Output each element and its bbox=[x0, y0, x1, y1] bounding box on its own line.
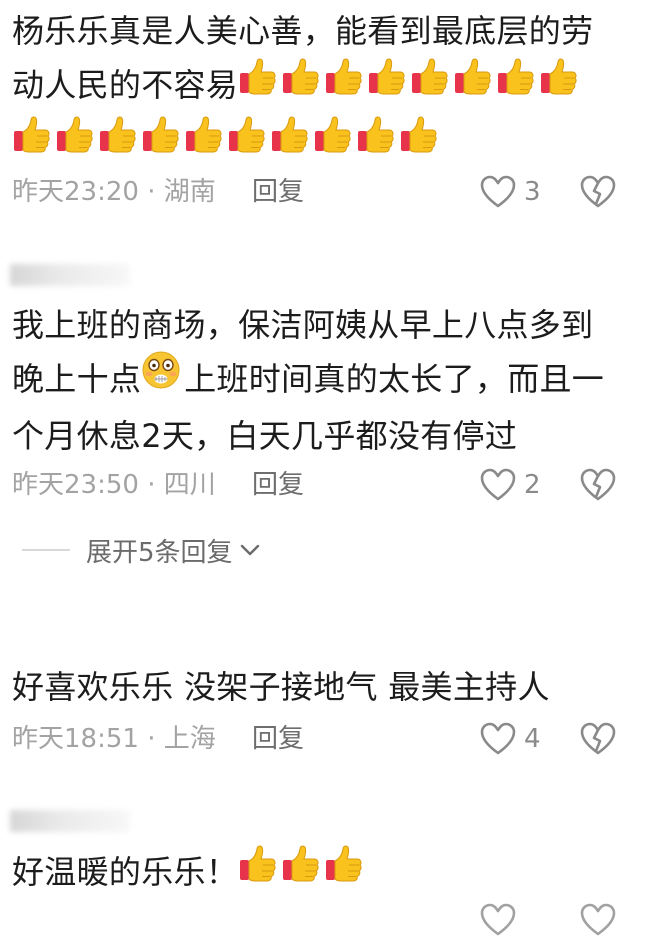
thumbs-up-emoji bbox=[281, 842, 321, 900]
thumbs-up-emoji bbox=[324, 842, 364, 900]
shocked-face-emoji bbox=[141, 350, 181, 406]
comment-3-time: 昨天18:51 · 上海 bbox=[12, 724, 216, 754]
comment-1-like-count: 3 bbox=[524, 177, 541, 207]
comment-3-text: 好喜欢乐乐 没架子接地气 最美主持人 bbox=[12, 668, 550, 706]
username-blurred bbox=[10, 810, 130, 832]
comment-2-line-2a: 晚上十点 bbox=[12, 360, 142, 398]
comment-4-thumbs-row bbox=[238, 845, 367, 891]
comment-2-time: 昨天23:50 · 四川 bbox=[12, 470, 216, 500]
thumbs-up-emoji bbox=[539, 55, 579, 113]
comment-2-reply-button[interactable]: 回复 bbox=[252, 465, 304, 505]
comment-4-meta-partial bbox=[12, 900, 642, 940]
comment-2-like-count: 2 bbox=[524, 470, 541, 500]
username-blurred bbox=[10, 264, 130, 286]
comment-4-text: 好温暖的乐乐！ bbox=[12, 845, 642, 903]
comment-4-like-button[interactable] bbox=[480, 900, 516, 940]
comment-4-dislike-button[interactable] bbox=[580, 900, 616, 940]
thumbs-up-emoji bbox=[55, 113, 95, 171]
comment-1-meta: 昨天23:20 · 湖南 回复 3 bbox=[12, 172, 642, 212]
comment-2-line-3: 个月休息2天，白天几乎都没有停过 bbox=[12, 417, 518, 455]
broken-heart-icon bbox=[580, 722, 616, 755]
broken-heart-icon bbox=[580, 468, 616, 501]
expand-replies-button[interactable]: 展开5条回复 bbox=[22, 530, 261, 570]
comment-1-reply-button[interactable]: 回复 bbox=[252, 172, 304, 212]
comment-2-line-2: 晚上十点 上班时间真的太长了，而且一 bbox=[12, 350, 642, 409]
thumbs-up-emoji bbox=[324, 55, 364, 113]
thumbs-up-emoji bbox=[141, 113, 181, 171]
comment-1-dislike-button[interactable] bbox=[580, 172, 616, 212]
expand-divider bbox=[22, 549, 70, 551]
comment-1-thumbs-row-a bbox=[238, 58, 582, 104]
heart-outline-icon bbox=[480, 903, 516, 936]
comment-1-line-2-text: 动人民的不容易 bbox=[12, 66, 239, 104]
comment-1-thumbs-row-b bbox=[12, 116, 642, 174]
comment-2-dislike-button[interactable] bbox=[580, 465, 616, 505]
comment-3-dislike-button[interactable] bbox=[580, 719, 616, 759]
thumbs-up-emoji bbox=[238, 55, 278, 113]
thumbs-up-emoji bbox=[12, 113, 52, 171]
heart-outline-icon bbox=[480, 468, 516, 501]
comment-2-text: 我上班的商场，保洁阿姨从早上八点多到 晚上十点 上班时间真的太长了，而且一 个月休… bbox=[12, 298, 642, 463]
thumbs-up-emoji bbox=[238, 842, 278, 900]
chevron-down-icon bbox=[240, 544, 259, 556]
comment-1-line-2: 动人民的不容易 bbox=[12, 58, 642, 116]
thumbs-up-emoji bbox=[98, 113, 138, 171]
comment-4-line: 好温暖的乐乐！ bbox=[12, 853, 239, 891]
comment-1-line-1: 杨乐乐真是人美心善，能看到最底层的劳 bbox=[12, 12, 594, 50]
comment-2-line-2b: 上班时间真的太长了，而且一 bbox=[184, 360, 605, 398]
thumbs-up-emoji bbox=[496, 55, 536, 113]
comment-1-like-button[interactable]: 3 bbox=[480, 172, 541, 212]
comment-3-like-count: 4 bbox=[524, 724, 541, 754]
comment-2-meta: 昨天23:50 · 四川 回复 2 bbox=[12, 465, 642, 505]
thumbs-up-emoji bbox=[184, 113, 224, 171]
comment-3-reply-button[interactable]: 回复 bbox=[252, 719, 304, 759]
broken-heart-icon bbox=[580, 175, 616, 208]
thumbs-up-emoji bbox=[367, 55, 407, 113]
heart-outline-icon bbox=[480, 722, 516, 755]
thumbs-up-emoji bbox=[227, 113, 267, 171]
comment-2-line-1: 我上班的商场，保洁阿姨从早上八点多到 bbox=[12, 306, 594, 344]
thumbs-up-emoji bbox=[270, 113, 310, 171]
broken-heart-icon bbox=[580, 903, 616, 936]
thumbs-up-emoji bbox=[399, 113, 439, 171]
comment-2-like-button[interactable]: 2 bbox=[480, 465, 541, 505]
thumbs-up-emoji bbox=[410, 55, 450, 113]
comment-1-text: 杨乐乐真是人美心善，能看到最底层的劳 动人民的不容易 bbox=[12, 4, 642, 174]
thumbs-up-emoji bbox=[453, 55, 493, 113]
expand-replies-label: 展开5条回复 bbox=[86, 537, 233, 568]
thumbs-up-emoji bbox=[313, 113, 353, 171]
comment-3-meta: 昨天18:51 · 上海 回复 4 bbox=[12, 719, 642, 759]
heart-outline-icon bbox=[480, 175, 516, 208]
comment-3-like-button[interactable]: 4 bbox=[480, 719, 541, 759]
thumbs-up-emoji bbox=[281, 55, 321, 113]
comment-1-time: 昨天23:20 · 湖南 bbox=[12, 177, 216, 207]
thumbs-up-emoji bbox=[356, 113, 396, 171]
